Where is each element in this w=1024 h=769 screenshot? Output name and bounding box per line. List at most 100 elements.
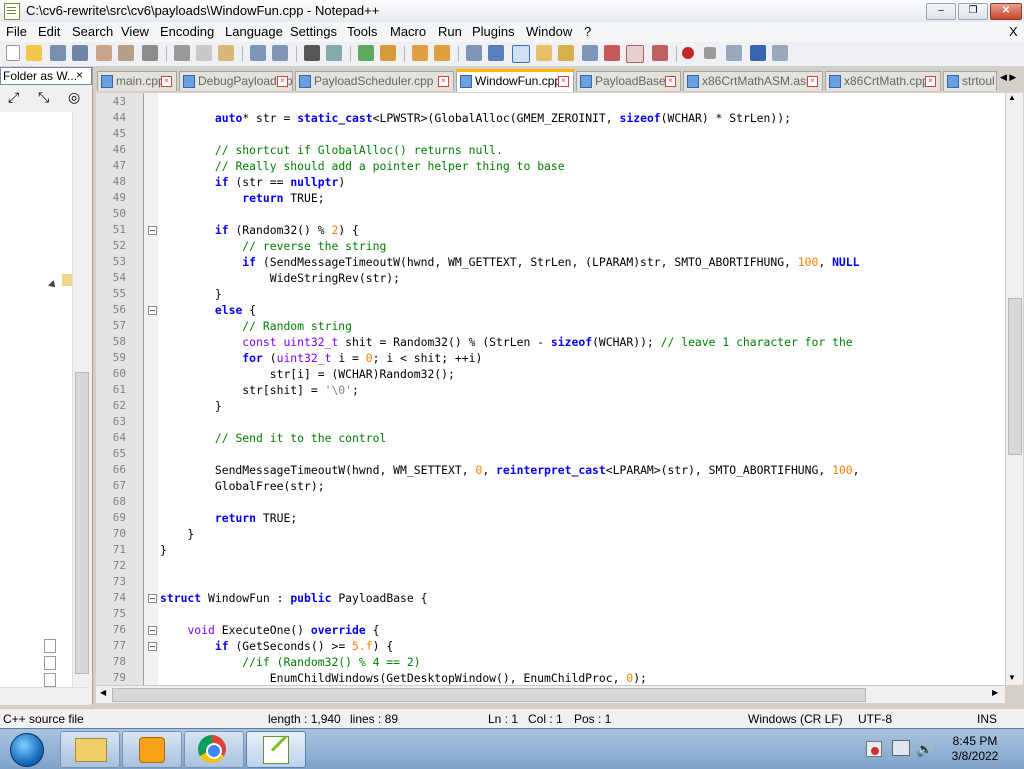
code-line[interactable]: auto* str = static_cast<LPWSTR>(GlobalAl… xyxy=(160,111,791,125)
collapse-all-icon[interactable]: ⤡ xyxy=(38,89,49,105)
menu-tools[interactable]: Tools xyxy=(347,24,377,39)
tree-expander-icon[interactable] xyxy=(48,280,58,290)
editor-vertical-scrollbar[interactable]: ▲ ▼ xyxy=(1005,93,1023,685)
save-icon[interactable] xyxy=(50,45,66,61)
tab-close-icon[interactable]: × xyxy=(558,76,569,87)
taskbar-notepadpp[interactable] xyxy=(246,731,306,768)
menu-close-document[interactable]: X xyxy=(1009,24,1018,39)
tab-close-icon[interactable]: × xyxy=(925,76,936,87)
scroll-thumb[interactable] xyxy=(75,372,89,674)
cut-icon[interactable] xyxy=(174,45,190,61)
scroll-up-icon[interactable]: ▲ xyxy=(1008,93,1016,102)
code-line[interactable]: struct WindowFun : public PayloadBase { xyxy=(160,591,427,605)
code-line[interactable]: void ExecuteOne() override { xyxy=(160,623,379,637)
taskbar-media-player[interactable] xyxy=(122,731,182,768)
paste-icon[interactable] xyxy=(218,45,234,61)
tab-x86crtmathasm-asm[interactable]: x86CrtMathASM.asm × xyxy=(683,71,823,91)
editor-horizontal-scrollbar[interactable]: ◀ ▶ xyxy=(96,685,1005,703)
menu-plugins[interactable]: Plugins xyxy=(472,24,515,39)
code-editor[interactable]: 43 44 auto* str = static_cast<LPWSTR>(Glo… xyxy=(96,93,1005,685)
replace-icon[interactable] xyxy=(326,45,342,61)
code-line[interactable]: } xyxy=(160,399,222,413)
status-eol[interactable]: Windows (CR LF) xyxy=(748,712,843,726)
code-line[interactable]: return TRUE; xyxy=(160,511,297,525)
zoom-out-icon[interactable] xyxy=(380,45,396,61)
code-line[interactable]: // reverse the string xyxy=(160,239,386,253)
code-line[interactable]: if (str == nullptr) xyxy=(160,175,345,189)
tab-strtoul[interactable]: strtoul xyxy=(943,71,997,91)
record-macro-icon[interactable] xyxy=(682,47,694,59)
save-all-icon[interactable] xyxy=(72,45,88,61)
find-icon[interactable] xyxy=(304,45,320,61)
code-line[interactable]: else { xyxy=(160,303,256,317)
close-all-icon[interactable] xyxy=(118,45,134,61)
code-line[interactable]: EnumChildWindows(GetDesktopWindow(), Enu… xyxy=(160,671,647,685)
folder-tree[interactable] xyxy=(0,112,72,687)
file-icon[interactable] xyxy=(44,656,56,670)
code-line[interactable]: GlobalFree(str); xyxy=(160,479,325,493)
menu-macro[interactable]: Macro xyxy=(390,24,426,39)
sync-horizontal-icon[interactable] xyxy=(434,45,450,61)
menu-help[interactable]: ? xyxy=(584,24,591,39)
code-line[interactable]: SendMessageTimeoutW(hwnd, WM_SETTEXT, 0,… xyxy=(160,463,860,477)
expand-all-icon[interactable]: ⤢ xyxy=(8,89,19,105)
macro-panel-icon[interactable] xyxy=(626,45,644,63)
redo-icon[interactable] xyxy=(272,45,288,61)
code-line[interactable]: WideStringRev(str); xyxy=(160,271,400,285)
menu-view[interactable]: View xyxy=(121,24,149,39)
scroll-thumb[interactable] xyxy=(112,688,866,702)
menu-file[interactable]: File xyxy=(6,24,27,39)
tab-debugpayload-cpp[interactable]: DebugPayload.cpp × xyxy=(179,71,293,91)
menu-run[interactable]: Run xyxy=(438,24,462,39)
menu-settings[interactable]: Settings xyxy=(290,24,337,39)
fold-marker-icon[interactable] xyxy=(148,626,157,635)
code-line[interactable]: str[i] = (WCHAR)Random32(); xyxy=(160,367,455,381)
print-icon[interactable] xyxy=(142,45,158,61)
minimize-button[interactable]: – xyxy=(926,3,956,20)
code-line[interactable]: for (uint32_t i = 0; i < shit; ++i) xyxy=(160,351,482,365)
macro-settings-icon[interactable] xyxy=(652,45,668,61)
taskbar-chrome[interactable] xyxy=(184,731,244,768)
menu-language[interactable]: Language xyxy=(225,24,283,39)
tab-close-icon[interactable]: × xyxy=(807,76,818,87)
maximize-button[interactable]: ❐ xyxy=(958,3,988,20)
undo-icon[interactable] xyxy=(250,45,266,61)
status-insert-mode[interactable]: INS xyxy=(977,712,997,726)
folder-workspace-icon[interactable] xyxy=(582,45,598,61)
fold-marker-icon[interactable] xyxy=(148,642,157,651)
tab-close-icon[interactable]: × xyxy=(665,76,676,87)
word-wrap-icon[interactable] xyxy=(466,45,482,61)
code-line[interactable]: return TRUE; xyxy=(160,191,324,205)
code-line[interactable]: } xyxy=(160,287,222,301)
code-line[interactable]: if (SendMessageTimeoutW(hwnd, WM_GETTEXT… xyxy=(160,255,859,269)
scroll-left-icon[interactable]: ◀ xyxy=(100,688,106,697)
tab-close-icon[interactable]: × xyxy=(277,76,288,87)
save-macro-icon[interactable] xyxy=(772,45,788,61)
scroll-down-icon[interactable]: ▼ xyxy=(1008,673,1016,682)
panel-vertical-scrollbar[interactable] xyxy=(72,112,90,687)
tab-close-icon[interactable]: × xyxy=(438,76,449,87)
fold-marker-icon[interactable] xyxy=(148,306,157,315)
fold-marker-icon[interactable] xyxy=(148,594,157,603)
close-button[interactable]: ✕ xyxy=(990,3,1022,20)
start-button[interactable] xyxy=(2,731,52,767)
code-line[interactable]: if (Random32() % 2) { xyxy=(160,223,359,237)
tab-payloadbase-h[interactable]: PayloadBase.h × xyxy=(576,71,681,91)
network-icon[interactable] xyxy=(892,740,910,756)
code-line[interactable]: } xyxy=(160,543,167,557)
indent-guide-icon[interactable] xyxy=(512,45,530,63)
sync-vertical-icon[interactable] xyxy=(412,45,428,61)
code-line[interactable]: if (GetSeconds() >= 5.f) { xyxy=(160,639,393,653)
tab-x86crtmath-cpp[interactable]: x86CrtMath.cpp × xyxy=(825,71,941,91)
code-line[interactable]: } xyxy=(160,527,194,541)
new-file-icon[interactable] xyxy=(6,45,20,61)
file-icon[interactable] xyxy=(44,673,56,687)
monitoring-icon[interactable] xyxy=(604,45,620,61)
scroll-thumb[interactable] xyxy=(1008,298,1022,455)
doc-map-icon[interactable] xyxy=(536,45,552,61)
code-line[interactable]: const uint32_t shit = Random32() % (StrL… xyxy=(160,335,852,349)
tab-scroll-arrows[interactable]: ◀ ▶ xyxy=(1000,72,1020,88)
menu-encoding[interactable]: Encoding xyxy=(160,24,214,39)
function-list-icon[interactable] xyxy=(558,45,574,61)
run-multiple-icon[interactable] xyxy=(750,45,766,61)
